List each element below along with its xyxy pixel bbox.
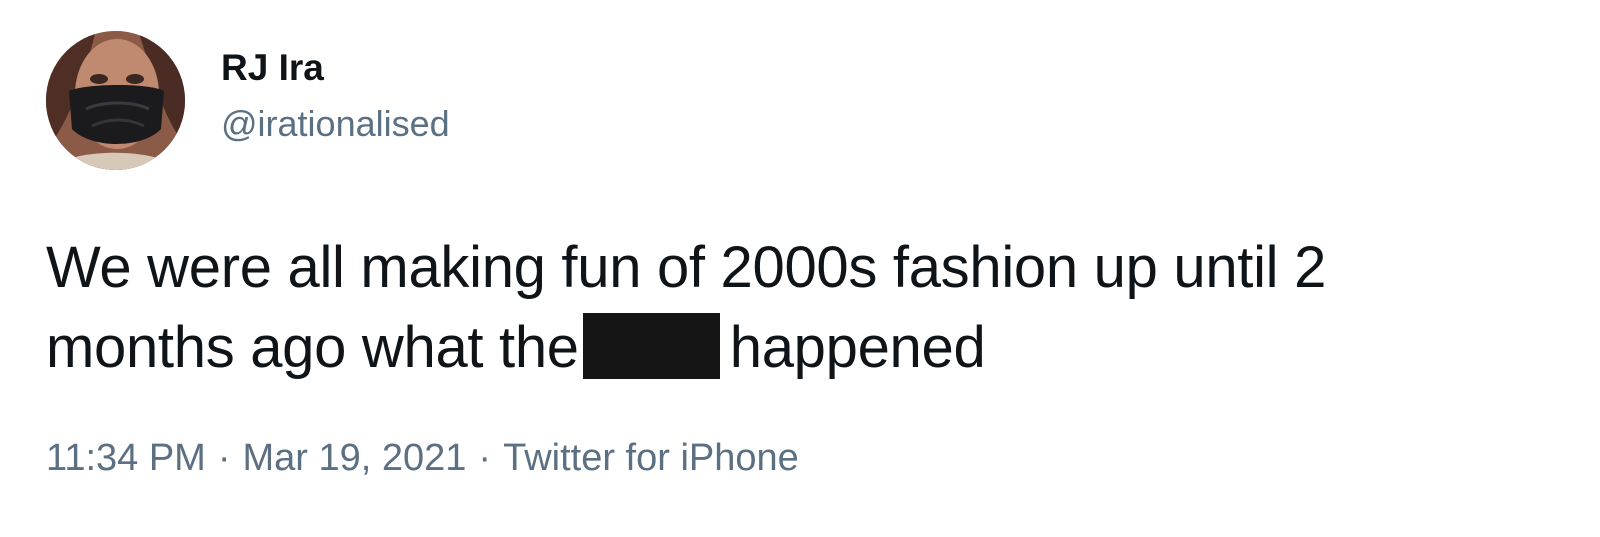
author-handle[interactable]: @irationalised — [221, 102, 450, 146]
tweet-text: We were all making fun of 2000s fashion … — [46, 228, 1526, 388]
redaction-block — [582, 313, 720, 379]
tweet-text-line-2-before: months ago what the — [46, 315, 579, 380]
tweet-card: RJ Ira @irationalised We were all making… — [0, 0, 1600, 537]
author-name[interactable]: RJ Ira — [221, 46, 324, 90]
avatar[interactable] — [46, 31, 185, 170]
tweet-text-line-2-after: happened — [729, 315, 986, 380]
avatar-image — [46, 31, 185, 170]
tweet-source[interactable]: Twitter for iPhone — [503, 437, 799, 479]
separator: · — [217, 437, 231, 479]
tweet-text-line-1: We were all making fun of 2000s fashion … — [46, 235, 1327, 300]
separator: · — [478, 437, 492, 479]
tweet-metadata: 11:34 PM · Mar 19, 2021 · Twitter for iPhone — [46, 434, 799, 482]
tweet-date[interactable]: Mar 19, 2021 — [243, 437, 467, 479]
tweet-time[interactable]: 11:34 PM — [46, 437, 206, 479]
